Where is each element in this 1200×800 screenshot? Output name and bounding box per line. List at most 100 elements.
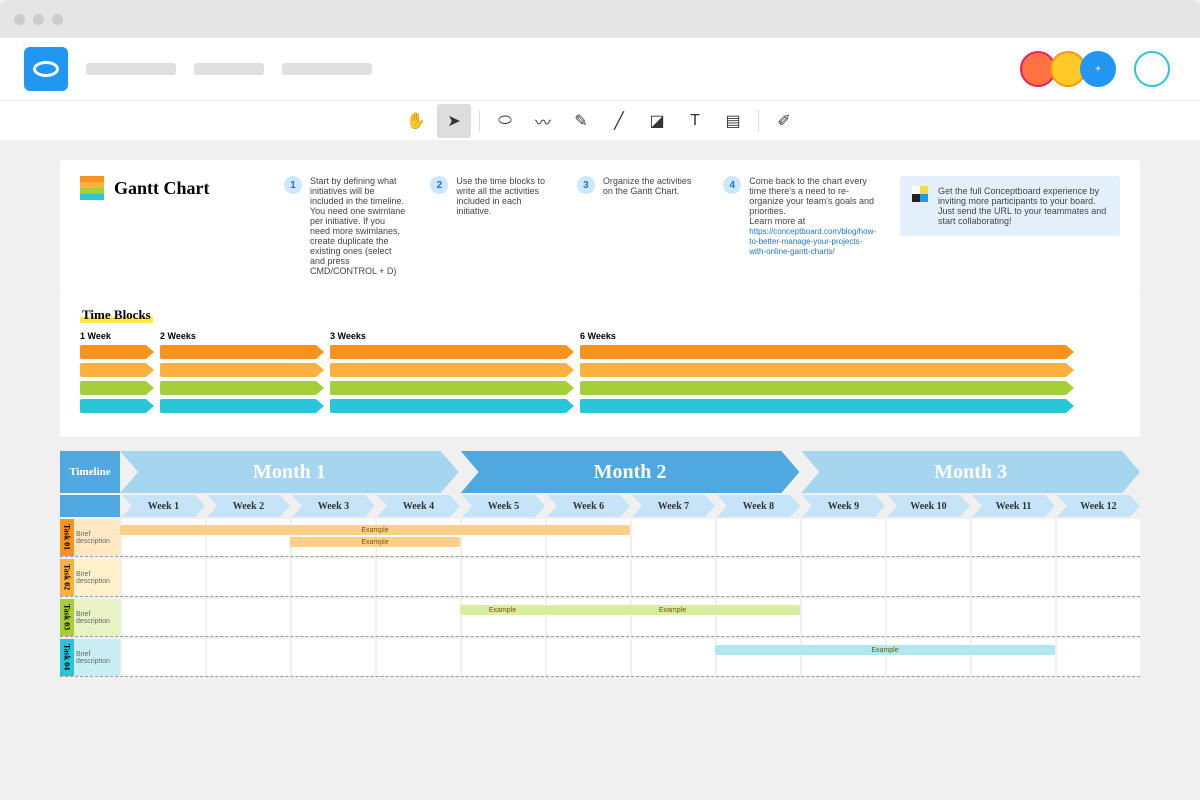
task-description[interactable]: Brief description bbox=[74, 559, 120, 596]
collaborator-avatars[interactable]: + bbox=[1026, 51, 1116, 87]
highlighter-icon[interactable]: ✎ bbox=[564, 104, 598, 138]
time-block-row[interactable] bbox=[80, 345, 1120, 359]
task-row: Task 01Brief descriptionExampleExample bbox=[60, 519, 1140, 557]
task-description[interactable]: Brief description bbox=[74, 639, 120, 676]
learn-more-link[interactable]: https://conceptboard.com/blog/how-to-bet… bbox=[749, 227, 876, 256]
time-block-segment[interactable] bbox=[330, 363, 574, 377]
time-block-segment[interactable] bbox=[580, 345, 1074, 359]
week-cell[interactable] bbox=[207, 639, 290, 676]
week-cell[interactable] bbox=[717, 559, 800, 596]
week-cell[interactable] bbox=[887, 559, 970, 596]
task-row: Task 03Brief description ExampleExample bbox=[60, 599, 1140, 637]
breadcrumb-placeholder bbox=[282, 63, 372, 75]
window-dot[interactable] bbox=[14, 14, 25, 25]
cursor-icon[interactable]: ➤ bbox=[437, 104, 471, 138]
week-cell[interactable] bbox=[377, 599, 460, 636]
current-user-avatar[interactable] bbox=[1134, 51, 1170, 87]
step-1: 1Start by defining what initiatives will… bbox=[284, 176, 406, 276]
comment-icon[interactable]: ✐ bbox=[767, 104, 801, 138]
week-header: Week 12 bbox=[1057, 495, 1140, 517]
time-block-segment[interactable] bbox=[330, 381, 574, 395]
week-cell[interactable] bbox=[462, 559, 545, 596]
gantt-bar[interactable]: Example bbox=[120, 525, 630, 535]
task-cells bbox=[120, 559, 1140, 596]
time-block-segment[interactable] bbox=[330, 345, 574, 359]
week-cell[interactable] bbox=[377, 559, 460, 596]
gantt-bar[interactable]: Example bbox=[290, 537, 460, 547]
add-user-icon[interactable]: + bbox=[1080, 51, 1116, 87]
pan-hand-icon[interactable]: ✋ bbox=[399, 104, 433, 138]
week-cell[interactable] bbox=[887, 519, 970, 556]
brush-icon[interactable]: 〰 bbox=[526, 104, 560, 138]
breadcrumb-placeholder bbox=[86, 63, 176, 75]
week-header: Week 8 bbox=[717, 495, 800, 517]
time-block-segment[interactable] bbox=[160, 381, 324, 395]
time-block-segment[interactable] bbox=[80, 345, 154, 359]
week-cell[interactable] bbox=[887, 599, 970, 636]
week-cell[interactable] bbox=[972, 599, 1055, 636]
week-cell[interactable] bbox=[207, 599, 290, 636]
eraser-icon[interactable]: ⬭ bbox=[488, 104, 522, 138]
week-cell[interactable] bbox=[802, 519, 885, 556]
time-block-row[interactable] bbox=[80, 363, 1120, 377]
week-cell[interactable] bbox=[717, 519, 800, 556]
window-dot[interactable] bbox=[52, 14, 63, 25]
task-tab[interactable]: Task 01 bbox=[60, 519, 74, 556]
week-cell[interactable] bbox=[1057, 599, 1140, 636]
task-description[interactable]: Brief description bbox=[74, 599, 120, 636]
week-cell[interactable] bbox=[292, 559, 375, 596]
gantt-bar[interactable]: Example bbox=[715, 645, 1055, 655]
shape-icon[interactable]: ◪ bbox=[640, 104, 674, 138]
week-cell[interactable] bbox=[632, 519, 715, 556]
week-cell[interactable] bbox=[122, 559, 205, 596]
gantt-bar[interactable]: Example bbox=[460, 605, 545, 615]
task-description[interactable]: Brief description bbox=[74, 519, 120, 556]
week-cell[interactable] bbox=[972, 519, 1055, 556]
task-tab[interactable]: Task 03 bbox=[60, 599, 74, 636]
week-cell[interactable] bbox=[1057, 519, 1140, 556]
text-icon[interactable]: T bbox=[678, 104, 712, 138]
week-cell[interactable] bbox=[547, 559, 630, 596]
time-block-segment[interactable] bbox=[80, 399, 154, 413]
time-block-segment[interactable] bbox=[580, 381, 1074, 395]
time-block-segment[interactable] bbox=[160, 363, 324, 377]
week-cell[interactable] bbox=[122, 639, 205, 676]
breadcrumb-placeholder bbox=[194, 63, 264, 75]
app-logo-icon[interactable] bbox=[24, 47, 68, 91]
time-block-segment[interactable] bbox=[580, 363, 1074, 377]
time-block-row[interactable] bbox=[80, 399, 1120, 413]
week-cell[interactable] bbox=[632, 639, 715, 676]
gantt-timeline: Timeline Month 1Month 2Month 3 Week 1Wee… bbox=[60, 451, 1140, 677]
time-block-segment[interactable] bbox=[580, 399, 1074, 413]
week-cell[interactable] bbox=[292, 599, 375, 636]
task-tab[interactable]: Task 02 bbox=[60, 559, 74, 596]
time-block-segment[interactable] bbox=[160, 399, 324, 413]
month-header: Month 1 bbox=[120, 451, 459, 493]
week-cell[interactable] bbox=[1057, 559, 1140, 596]
week-cell[interactable] bbox=[1057, 639, 1140, 676]
week-cell[interactable] bbox=[632, 559, 715, 596]
sticky-note-icon[interactable]: ▤ bbox=[716, 104, 750, 138]
line-icon[interactable]: ╱ bbox=[602, 104, 636, 138]
weeks-spacer bbox=[60, 495, 120, 517]
time-block-row[interactable] bbox=[80, 381, 1120, 395]
window-dot[interactable] bbox=[33, 14, 44, 25]
gantt-bar[interactable]: Example bbox=[545, 605, 800, 615]
week-cell[interactable] bbox=[462, 639, 545, 676]
time-block-segment[interactable] bbox=[80, 381, 154, 395]
time-block-segment[interactable] bbox=[80, 363, 154, 377]
week-cell[interactable] bbox=[207, 559, 290, 596]
week-cell[interactable] bbox=[377, 639, 460, 676]
board-title: Gantt Chart bbox=[114, 178, 210, 199]
time-block-segment[interactable] bbox=[160, 345, 324, 359]
week-cell[interactable] bbox=[802, 559, 885, 596]
time-blocks-title: Time Blocks bbox=[80, 307, 153, 323]
time-block-segment[interactable] bbox=[330, 399, 574, 413]
task-tab[interactable]: Task 04 bbox=[60, 639, 74, 676]
week-cell[interactable] bbox=[547, 639, 630, 676]
week-cell[interactable] bbox=[292, 639, 375, 676]
week-cell[interactable] bbox=[802, 599, 885, 636]
week-cell[interactable] bbox=[972, 559, 1055, 596]
board-canvas[interactable]: Gantt Chart 1Start by defining what init… bbox=[0, 140, 1200, 697]
week-cell[interactable] bbox=[122, 599, 205, 636]
